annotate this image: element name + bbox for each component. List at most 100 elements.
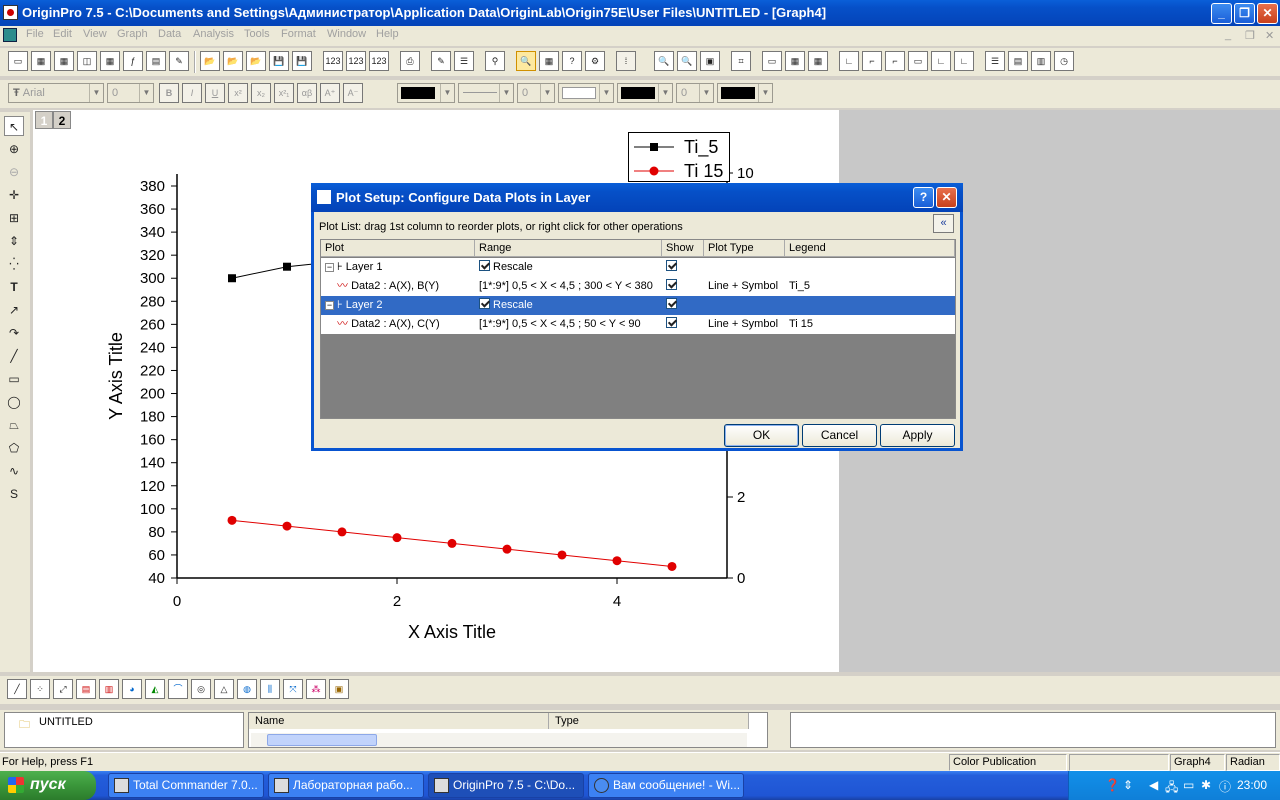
- line-style-select[interactable]: ▼: [458, 83, 514, 103]
- range-cell[interactable]: [1*:9*] 0,5 < X < 4,5 ; 300 < Y < 380: [475, 277, 653, 296]
- menu-tools[interactable]: Tools: [244, 28, 270, 40]
- ellipse-tool-icon[interactable]: ◯: [4, 392, 24, 412]
- file-list[interactable]: Name Type: [248, 712, 768, 748]
- add-inset-data-icon[interactable]: ∟: [954, 51, 974, 71]
- polar-plot-icon[interactable]: ◎: [191, 679, 211, 699]
- fill-pattern-select[interactable]: ▼: [558, 83, 614, 103]
- polygon-tool-icon[interactable]: ⏢: [4, 415, 24, 435]
- new-graph-icon[interactable]: ◫: [77, 51, 97, 71]
- italic-button[interactable]: I: [182, 83, 202, 103]
- task-originpro[interactable]: OriginPro 7.5 - C:\Do...: [428, 773, 584, 798]
- pie-chart-icon[interactable]: ◕: [122, 679, 142, 699]
- plot-row-layer-2[interactable]: − ⊦ Layer 2 Rescale: [321, 296, 955, 315]
- zoom-in-tool-icon[interactable]: ⊕: [4, 139, 24, 159]
- task-word-doc[interactable]: Лабораторная рабо...: [268, 773, 424, 798]
- project-explorer-icon[interactable]: ⚲: [485, 51, 505, 71]
- font-color-select[interactable]: ▼: [397, 83, 455, 103]
- smith-chart-icon[interactable]: ◍: [237, 679, 257, 699]
- network-icon[interactable]: 🖧: [1165, 778, 1178, 799]
- pointer-tool-icon[interactable]: ↖: [4, 116, 24, 136]
- clock[interactable]: 23:00: [1237, 778, 1267, 792]
- show-cell[interactable]: [662, 315, 680, 334]
- col-plot-type-header[interactable]: Plot Type: [704, 240, 785, 257]
- col-name-header[interactable]: Name: [249, 713, 549, 729]
- duplicate-icon[interactable]: ☰: [454, 51, 474, 71]
- menu-data[interactable]: Data: [158, 28, 181, 40]
- plot-row-layer-1[interactable]: − ⊦ Layer 1 Rescale: [321, 258, 955, 277]
- add-top-x-axis-icon[interactable]: ⌐: [862, 51, 882, 71]
- zoom-out-icon[interactable]: 🔍: [677, 51, 697, 71]
- secondary-panel[interactable]: [790, 712, 1276, 748]
- add-right-y-axis-icon[interactable]: ⌐: [885, 51, 905, 71]
- plot-list-grid[interactable]: Plot Range Show Plot Type Legend − ⊦ Laye…: [320, 239, 956, 419]
- color-scale-icon[interactable]: ▥: [1031, 51, 1051, 71]
- import-multiple-icon[interactable]: 123: [346, 51, 366, 71]
- menu-format[interactable]: Format: [281, 28, 316, 40]
- col-type-header[interactable]: Type: [549, 713, 749, 729]
- print-icon[interactable]: ⎙: [400, 51, 420, 71]
- fill-area-icon[interactable]: ⌒: [168, 679, 188, 699]
- col-legend-header[interactable]: Legend: [785, 240, 955, 257]
- timestamp-icon[interactable]: ◷: [1054, 51, 1074, 71]
- code-builder-icon[interactable]: ?: [562, 51, 582, 71]
- region-tool-icon[interactable]: ⬠: [4, 438, 24, 458]
- help-tray-icon[interactable]: ❓: [1105, 778, 1120, 792]
- mdi-minimize-icon[interactable]: _: [1225, 29, 1231, 41]
- monitor-icon[interactable]: ▭: [1183, 778, 1194, 792]
- close-button[interactable]: ✕: [1257, 3, 1278, 24]
- info-icon[interactable]: ⓘ: [1219, 778, 1231, 795]
- text-tool-icon[interactable]: T: [4, 277, 24, 297]
- mdi-close-icon[interactable]: ✕: [1265, 29, 1274, 42]
- col-range-header[interactable]: Range: [475, 240, 662, 257]
- add-layer-icon[interactable]: ▭: [762, 51, 782, 71]
- template-library-icon[interactable]: ▣: [329, 679, 349, 699]
- rescale-checkbox[interactable]: [479, 260, 490, 271]
- bubble-plot-icon[interactable]: ⁂: [306, 679, 326, 699]
- new-worksheet-icon[interactable]: ▦: [31, 51, 51, 71]
- arrow-tool-icon[interactable]: ↗: [4, 300, 24, 320]
- new-notes-icon[interactable]: ✎: [169, 51, 189, 71]
- cancel-button[interactable]: Cancel: [802, 424, 877, 447]
- superscript-button[interactable]: x²: [228, 83, 248, 103]
- col-plot-header[interactable]: Plot: [321, 240, 475, 257]
- menu-help[interactable]: Help: [376, 28, 399, 40]
- show-checkbox[interactable]: [666, 317, 677, 328]
- fill-color-select[interactable]: ▼: [617, 83, 673, 103]
- dialog-close-button[interactable]: ✕: [936, 187, 957, 208]
- range-cell[interactable]: Rescale: [475, 258, 533, 277]
- minimize-button[interactable]: _: [1211, 3, 1232, 24]
- line-width-select[interactable]: 0 ▼: [517, 83, 555, 103]
- horizontal-scrollbar[interactable]: [251, 733, 747, 747]
- open-excel-icon[interactable]: 📂: [246, 51, 266, 71]
- origin-app-icon[interactable]: [3, 5, 18, 20]
- horizontal-bar-icon[interactable]: ▤: [76, 679, 96, 699]
- custom-routine-icon[interactable]: ⚙: [585, 51, 605, 71]
- open-folder-icon[interactable]: 📂: [200, 51, 220, 71]
- menu-window[interactable]: Window: [327, 28, 366, 40]
- collapse-tree-icon[interactable]: −: [325, 301, 334, 310]
- collapse-button[interactable]: «: [933, 214, 954, 233]
- area-plot-icon[interactable]: ◭: [145, 679, 165, 699]
- legend-cell[interactable]: Ti_5: [785, 277, 810, 296]
- save-template-icon[interactable]: 💾: [292, 51, 312, 71]
- chevron-tray-icon[interactable]: ⇕: [1123, 778, 1133, 792]
- range-cell[interactable]: [1*:9*] 0,5 < X < 4,5 ; 50 < Y < 90: [475, 315, 641, 334]
- show-checkbox[interactable]: [666, 279, 677, 290]
- menu-edit[interactable]: Edit: [53, 28, 72, 40]
- greek-button[interactable]: αβ: [297, 83, 317, 103]
- add-top-right-axis-icon[interactable]: ▭: [908, 51, 928, 71]
- whole-page-icon[interactable]: ▣: [700, 51, 720, 71]
- subscript-button[interactable]: x₂: [251, 83, 271, 103]
- rectangle-tool-icon[interactable]: ▭: [4, 369, 24, 389]
- task-ie-message[interactable]: Вам сообщение! - Wi...: [588, 773, 744, 798]
- show-cell[interactable]: [662, 277, 680, 296]
- line-symbol-plot-icon[interactable]: ⤢: [53, 679, 73, 699]
- import-wizard-icon[interactable]: 123: [369, 51, 389, 71]
- menu-file[interactable]: File: [26, 28, 44, 40]
- apply-button[interactable]: Apply: [880, 424, 955, 447]
- open-template-icon[interactable]: 📂: [223, 51, 243, 71]
- ternary-plot-icon[interactable]: △: [214, 679, 234, 699]
- font-size-select[interactable]: 0 ▼: [107, 83, 154, 103]
- decrease-font-button[interactable]: A⁻: [343, 83, 363, 103]
- back-arrow-icon[interactable]: ◀: [1149, 778, 1158, 792]
